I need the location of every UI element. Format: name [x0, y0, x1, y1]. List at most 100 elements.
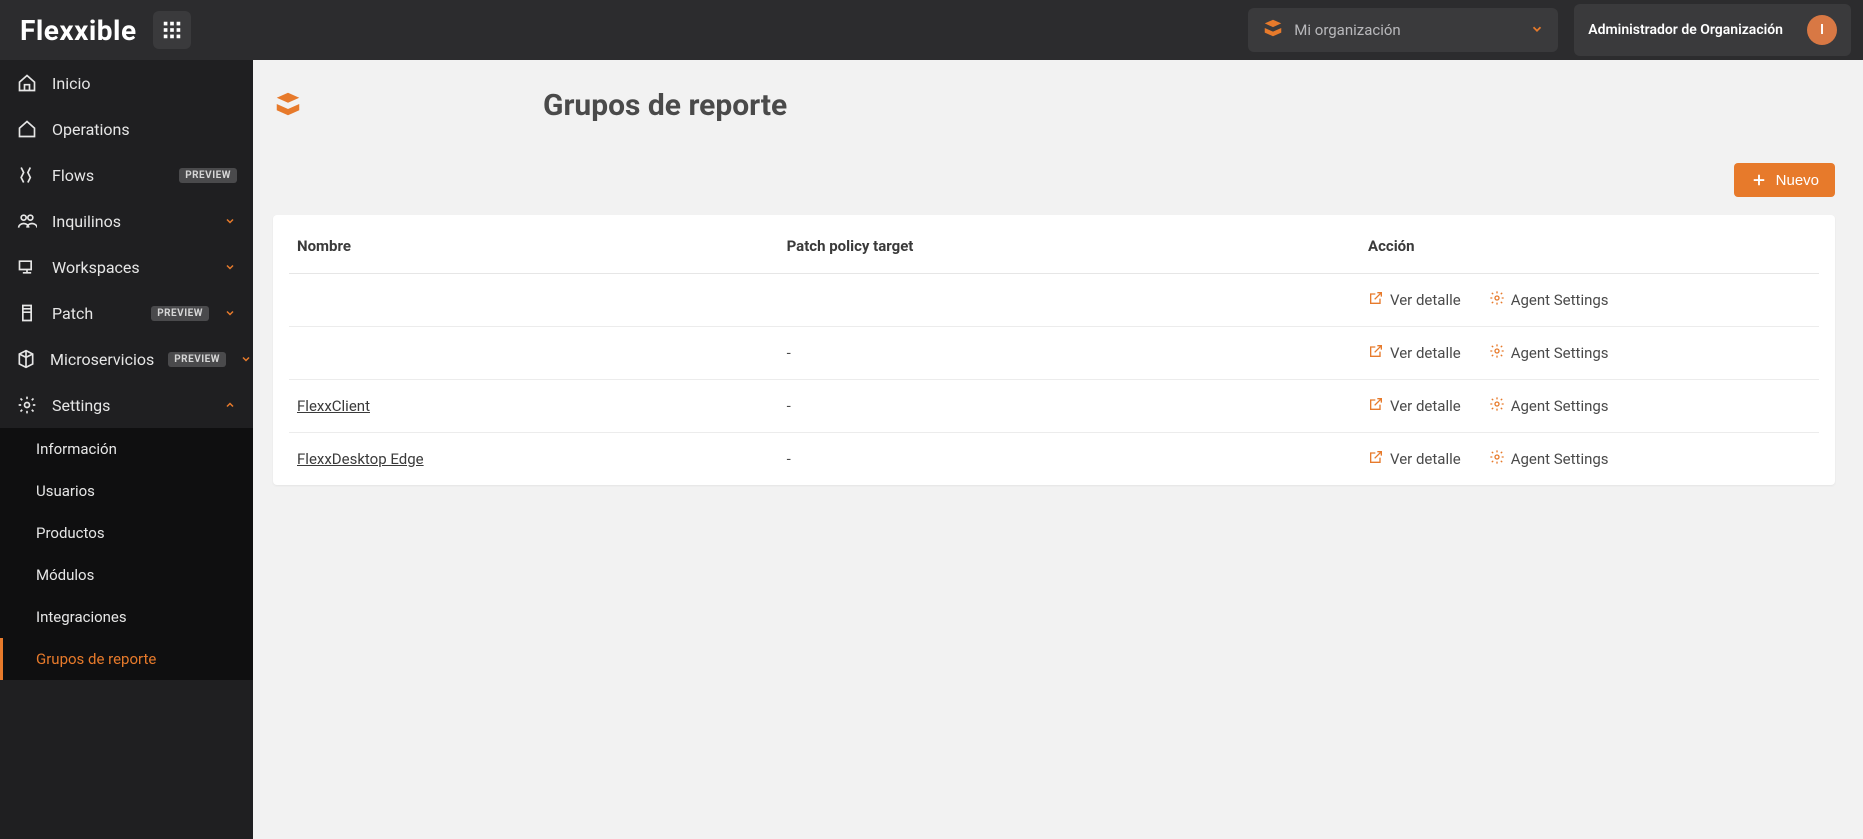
cell-action: Ver detalle Agent Settings — [1360, 380, 1819, 433]
column-header-target: Patch policy target — [779, 215, 1360, 274]
agent-settings-label: Agent Settings — [1511, 344, 1609, 362]
view-detail-link[interactable]: Ver detalle — [1368, 290, 1461, 310]
gear-icon — [1489, 396, 1505, 416]
app-header: Flexxible Mi organización Administrador … — [0, 0, 1863, 60]
organization-icon — [1262, 17, 1284, 43]
external-link-icon — [1368, 396, 1384, 416]
table-row: Ver detalle Agent Settings — [289, 274, 1819, 327]
page-header: Grupos de reporte — [273, 88, 1835, 123]
sub-item-label: Información — [36, 440, 117, 458]
operations-icon — [16, 118, 38, 140]
main-content: Grupos de reporte Nuevo Nombre Patch pol… — [253, 60, 1863, 839]
agent-settings-link[interactable]: Agent Settings — [1489, 449, 1609, 469]
sub-item-label: Grupos de reporte — [36, 650, 156, 668]
sidebar-item-microservicios[interactable]: Microservicios PREVIEW — [0, 336, 253, 382]
sidebar-item-settings[interactable]: Settings — [0, 382, 253, 428]
agent-settings-link[interactable]: Agent Settings — [1489, 396, 1609, 416]
sidebar-item-patch[interactable]: Patch PREVIEW — [0, 290, 253, 336]
organization-icon — [273, 89, 303, 123]
plus-icon — [1750, 171, 1768, 189]
page-title: Grupos de reporte — [543, 88, 787, 123]
report-groups-card: Nombre Patch policy target Acción Ver de… — [273, 215, 1835, 485]
view-detail-link[interactable]: Ver detalle — [1368, 449, 1461, 469]
user-menu[interactable]: Administrador de Organización I — [1574, 4, 1851, 56]
cell-action: Ver detalle Agent Settings — [1360, 274, 1819, 327]
table-row: - Ver detalle Agent Settings — [289, 327, 1819, 380]
cell-name — [289, 274, 779, 327]
microservices-icon — [16, 348, 36, 370]
sub-item-label: Usuarios — [36, 482, 95, 500]
flows-icon — [16, 164, 38, 186]
gear-icon — [16, 394, 38, 416]
row-name-link[interactable]: FlexxDesktop Edge — [297, 450, 424, 468]
cell-name: FlexxClient — [289, 380, 779, 433]
sub-item-label: Integraciones — [36, 608, 127, 626]
sidebar-item-label: Patch — [52, 304, 137, 323]
sidebar-item-label: Flows — [52, 166, 165, 185]
cell-action: Ver detalle Agent Settings — [1360, 327, 1819, 380]
sidebar-item-label: Microservicios — [50, 350, 154, 369]
workspaces-icon — [16, 256, 38, 278]
agent-settings-link[interactable]: Agent Settings — [1489, 290, 1609, 310]
sidebar-item-label: Operations — [52, 120, 237, 139]
patch-icon — [16, 302, 38, 324]
tenants-icon — [16, 210, 38, 232]
sub-item-modulos[interactable]: Módulos — [0, 554, 253, 596]
home-icon — [16, 72, 38, 94]
sub-item-usuarios[interactable]: Usuarios — [0, 470, 253, 512]
avatar: I — [1807, 15, 1837, 45]
organization-selector[interactable]: Mi organización — [1248, 8, 1558, 52]
sub-item-grupos-de-reporte[interactable]: Grupos de reporte — [0, 638, 253, 680]
sidebar-item-operations[interactable]: Operations — [0, 106, 253, 152]
sub-item-label: Productos — [36, 524, 105, 542]
table-row: FlexxClient-Ver detalleAgent Settings — [289, 380, 1819, 433]
agent-settings-label: Agent Settings — [1511, 291, 1609, 309]
sub-item-informacion[interactable]: Información — [0, 428, 253, 470]
gear-icon — [1489, 290, 1505, 310]
external-link-icon — [1368, 290, 1384, 310]
new-button[interactable]: Nuevo — [1734, 163, 1835, 197]
chevron-down-icon — [240, 352, 252, 366]
preview-badge: PREVIEW — [179, 168, 237, 183]
cell-target: - — [779, 327, 1360, 380]
cell-target — [779, 274, 1360, 327]
sidebar-item-label: Inquilinos — [52, 212, 209, 231]
sub-item-integraciones[interactable]: Integraciones — [0, 596, 253, 638]
agent-settings-link[interactable]: Agent Settings — [1489, 343, 1609, 363]
chevron-up-icon — [223, 398, 237, 412]
sidebar-item-label: Settings — [52, 396, 209, 415]
gear-icon — [1489, 449, 1505, 469]
cell-name: FlexxDesktop Edge — [289, 433, 779, 486]
view-detail-label: Ver detalle — [1390, 344, 1461, 362]
cell-name — [289, 327, 779, 380]
view-detail-link[interactable]: Ver detalle — [1368, 343, 1461, 363]
preview-badge: PREVIEW — [151, 306, 209, 321]
sidebar: Inicio Operations Flows PREVIEW Inquilin… — [0, 60, 253, 839]
report-groups-table: Nombre Patch policy target Acción Ver de… — [289, 215, 1819, 485]
external-link-icon — [1368, 343, 1384, 363]
app-switcher-button[interactable] — [153, 11, 191, 49]
cell-target: - — [779, 433, 1360, 486]
table-row: FlexxDesktop Edge - Ver detalle Agent Setti… — [289, 433, 1819, 486]
agent-settings-label: Agent Settings — [1511, 450, 1609, 468]
row-name-link[interactable]: FlexxClient — [297, 397, 370, 415]
preview-badge: PREVIEW — [168, 352, 226, 367]
sidebar-item-label: Workspaces — [52, 258, 209, 277]
chevron-down-icon — [223, 306, 237, 320]
external-link-icon — [1368, 449, 1384, 469]
sidebar-item-label: Inicio — [52, 74, 237, 93]
sidebar-item-inquilinos[interactable]: Inquilinos — [0, 198, 253, 244]
view-detail-label: Ver detalle — [1390, 450, 1461, 468]
sidebar-item-flows[interactable]: Flows PREVIEW — [0, 152, 253, 198]
column-header-action: Acción — [1360, 215, 1819, 274]
cell-action: Ver detalle Agent Settings — [1360, 433, 1819, 486]
settings-submenu: Información Usuarios Productos Módulos I… — [0, 428, 253, 680]
sidebar-item-inicio[interactable]: Inicio — [0, 60, 253, 106]
sidebar-item-workspaces[interactable]: Workspaces — [0, 244, 253, 290]
view-detail-label: Ver detalle — [1390, 291, 1461, 309]
view-detail-link[interactable]: Ver detalle — [1368, 396, 1461, 416]
chevron-down-icon — [223, 260, 237, 274]
brand-logo: Flexxible — [12, 14, 145, 47]
sub-item-label: Módulos — [36, 566, 94, 584]
sub-item-productos[interactable]: Productos — [0, 512, 253, 554]
